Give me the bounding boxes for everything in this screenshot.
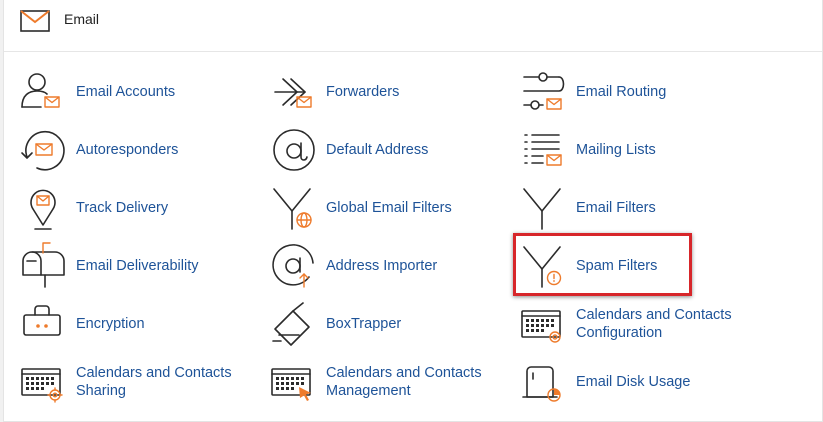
refresh-mail-icon <box>21 130 65 171</box>
calendars-contacts-sharing-link[interactable]: Calendars and Contacts Sharing <box>19 357 259 407</box>
calendars-contacts-management-link[interactable]: Calendars and Contacts Management <box>269 357 509 407</box>
filter-warning-icon <box>523 246 562 288</box>
global-email-filters-link[interactable]: Global Email Filters <box>269 183 509 233</box>
mailbox-icon <box>22 242 65 288</box>
boxtrapper-label: BoxTrapper <box>326 316 402 332</box>
user-mail-icon <box>21 73 60 108</box>
default-address-link[interactable]: Default Address <box>269 125 509 175</box>
disk-usage-icon <box>522 366 561 402</box>
filter-icon <box>523 188 561 230</box>
boxtrapper-link[interactable]: BoxTrapper <box>269 299 509 349</box>
email-deliverability-link[interactable]: Email Deliverability <box>19 241 259 291</box>
autoresponders-link[interactable]: Autoresponders <box>19 125 259 175</box>
email-deliverability-label: Email Deliverability <box>76 258 199 274</box>
envelope-icon <box>20 10 50 32</box>
panel-header: Email <box>4 0 822 52</box>
calendars-contacts-management-label: Calendars and Contacts Management <box>326 365 482 399</box>
address-importer-link[interactable]: Address Importer <box>269 241 509 291</box>
mailing-lists-label: Mailing Lists <box>576 142 656 158</box>
address-importer-label: Address Importer <box>326 258 438 274</box>
location-pin-mail-icon <box>30 189 56 230</box>
email-disk-usage-label: Email Disk Usage <box>576 374 691 390</box>
at-sign-icon <box>273 129 315 171</box>
calendar-gear-icon <box>21 368 63 403</box>
calendar-cursor-icon <box>271 368 311 401</box>
encryption-label: Encryption <box>76 316 145 332</box>
default-address-label: Default Address <box>326 142 429 158</box>
calendar-at-icon <box>521 310 561 343</box>
calendars-contacts-configuration-label: Calendars and Contacts Configuration <box>576 307 732 341</box>
email-filters-label: Email Filters <box>576 200 656 216</box>
email-disk-usage-link[interactable]: Email Disk Usage <box>519 357 759 407</box>
spam-filters-label: Spam Filters <box>576 258 658 274</box>
box-trap-icon <box>272 302 310 346</box>
forward-arrow-icon <box>274 78 312 108</box>
section-title: Email <box>64 11 100 27</box>
forwarders-link[interactable]: Forwarders <box>269 67 509 117</box>
encryption-link[interactable]: Encryption <box>19 299 259 349</box>
email-accounts-label: Email Accounts <box>76 84 176 100</box>
mailing-lists-link[interactable]: Mailing Lists <box>519 125 759 175</box>
forwarders-label: Forwarders <box>326 84 400 100</box>
autoresponders-label: Autoresponders <box>76 142 179 158</box>
email-accounts-link[interactable]: Email Accounts <box>19 67 259 117</box>
filter-globe-icon <box>273 188 312 230</box>
global-email-filters-label: Global Email Filters <box>326 200 452 216</box>
spam-filters-link[interactable]: Spam Filters <box>519 241 759 291</box>
track-delivery-label: Track Delivery <box>76 200 169 216</box>
at-sign-upload-icon <box>272 244 314 288</box>
email-routing-link[interactable]: Email Routing <box>519 67 759 117</box>
calendars-contacts-sharing-label: Calendars and Contacts Sharing <box>76 365 232 399</box>
email-filters-link[interactable]: Email Filters <box>519 183 759 233</box>
email-routing-label: Email Routing <box>576 84 667 100</box>
track-delivery-link[interactable]: Track Delivery <box>19 183 259 233</box>
calendars-contacts-configuration-link[interactable]: Calendars and Contacts Configuration <box>519 299 759 349</box>
lock-icon <box>23 305 61 336</box>
routing-switches-icon <box>523 72 565 110</box>
list-mail-icon <box>524 134 562 166</box>
